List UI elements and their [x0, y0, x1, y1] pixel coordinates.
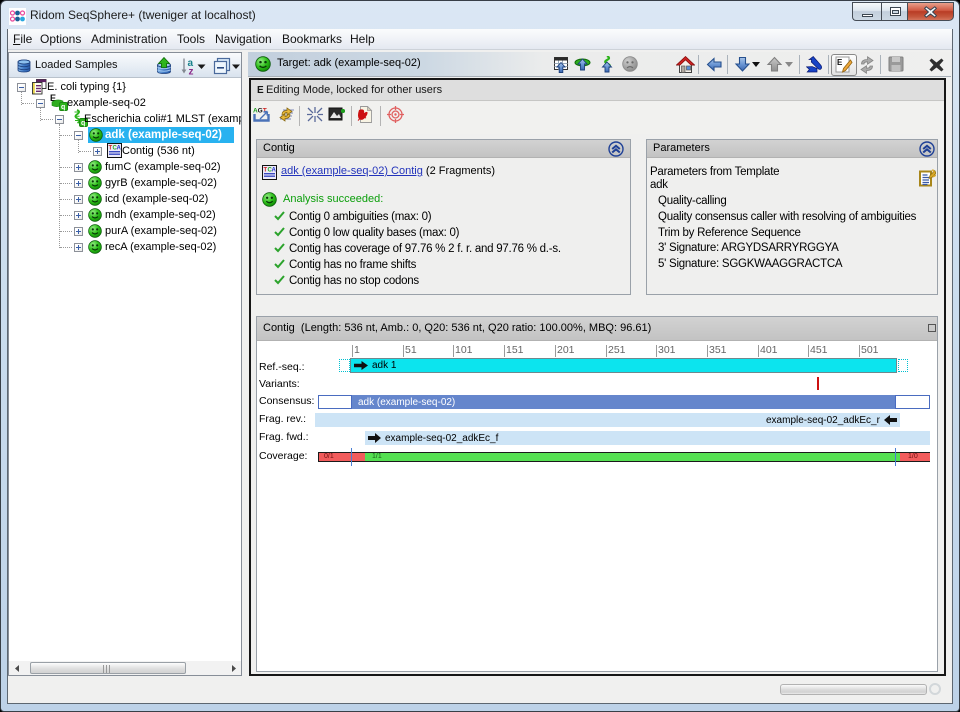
svg-text:A: A [272, 168, 277, 174]
svg-text:q: q [61, 104, 65, 111]
svg-text:z: z [189, 67, 194, 76]
svg-text:A: A [117, 146, 122, 152]
svg-text:E: E [837, 58, 843, 67]
